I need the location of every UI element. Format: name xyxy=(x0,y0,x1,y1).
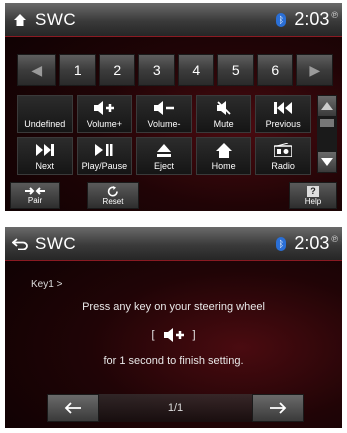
previous-icon xyxy=(274,99,293,117)
radio-button[interactable]: Radio xyxy=(255,137,311,175)
volume-down-label: Volume- xyxy=(147,119,181,129)
home-label: Home xyxy=(211,161,236,171)
function-grid: Undefined Volume+ Volume- Mute Previous xyxy=(17,95,311,175)
reset-icon xyxy=(107,185,118,197)
pair-icon xyxy=(25,187,45,195)
page-indicator: 1/1 xyxy=(167,402,184,414)
bracket-open: [ xyxy=(151,329,155,341)
pair-label: Pair xyxy=(27,196,43,205)
eject-icon xyxy=(156,141,171,159)
play-pause-icon xyxy=(95,141,113,159)
clock-indicator: ℗ xyxy=(331,234,338,244)
reset-button[interactable]: Reset xyxy=(87,182,139,209)
clock: 2:03 xyxy=(294,9,330,29)
prev-button[interactable] xyxy=(47,394,99,422)
volume-down-icon xyxy=(153,99,175,117)
bracket-close: ] xyxy=(192,329,196,341)
home-icon[interactable] xyxy=(5,3,35,37)
volume-up-icon xyxy=(163,328,184,342)
eject-button[interactable]: Eject xyxy=(136,137,192,175)
next-icon xyxy=(35,141,54,159)
scroll-up-button[interactable] xyxy=(317,95,337,117)
bluetooth-icon: ᛒ xyxy=(276,12,287,27)
play-pause-label: Play/Pause xyxy=(81,161,128,171)
duration-text: for 1 second to finish setting. xyxy=(103,355,244,367)
pager-bar: 1/1 xyxy=(47,394,304,422)
volume-up-label: Volume+ xyxy=(86,119,123,129)
key-number-5[interactable]: 5 xyxy=(217,54,254,86)
scroll-thumb[interactable] xyxy=(320,119,334,127)
radio-label: Radio xyxy=(271,161,295,171)
previous-label: Previous xyxy=(265,119,301,129)
key-label: Key1 > xyxy=(31,279,63,290)
arrow-left-icon xyxy=(64,402,81,414)
help-icon: ? xyxy=(307,185,319,197)
swc-learning-screen: SWC ᛒ 2:03 ℗ Key1 > Press any key on you… xyxy=(5,227,342,428)
clock-indicator: ℗ xyxy=(331,10,338,20)
page-title: SWC xyxy=(35,9,77,29)
volume-up-icon xyxy=(93,99,115,117)
play-pause-button[interactable]: Play/Pause xyxy=(76,137,133,175)
home-button[interactable]: Home xyxy=(195,137,252,175)
next-page-button[interactable]: ▶ xyxy=(296,54,333,86)
scroll-track[interactable] xyxy=(317,117,337,151)
key-number-3[interactable]: 3 xyxy=(138,54,175,86)
title-bar: SWC ᛒ 2:03 ℗ xyxy=(5,3,342,37)
next-label: Next xyxy=(35,161,55,171)
volume-up-button[interactable]: Volume+ xyxy=(76,95,133,133)
undefined-button[interactable]: Undefined xyxy=(17,95,73,133)
mute-label: Mute xyxy=(213,119,234,129)
page-title: SWC xyxy=(35,233,77,253)
home-icon xyxy=(215,141,232,159)
learned-key-display: [ ] xyxy=(5,328,342,342)
scrollbar[interactable] xyxy=(317,95,337,175)
bluetooth-icon: ᛒ xyxy=(276,236,287,251)
eject-label: Eject xyxy=(153,161,174,171)
mute-button[interactable]: Mute xyxy=(195,95,252,133)
clock: 2:03 xyxy=(294,233,330,253)
radio-icon xyxy=(274,141,293,159)
key-number-row: ◀ 1 2 3 4 5 6 ▶ xyxy=(17,54,333,86)
key-number-1[interactable]: 1 xyxy=(59,54,96,86)
pair-button[interactable]: Pair xyxy=(10,182,60,209)
instruction-text: Press any key on your steering wheel xyxy=(82,301,265,313)
key-number-4[interactable]: 4 xyxy=(177,54,215,86)
title-bar: SWC ᛒ 2:03 ℗ xyxy=(5,227,342,261)
undefined-label: Undefined xyxy=(24,119,66,129)
key-number-2[interactable]: 2 xyxy=(98,54,136,86)
help-label: Help xyxy=(304,196,322,206)
reset-label: Reset xyxy=(102,196,124,206)
arrow-right-icon xyxy=(270,402,287,414)
next-button[interactable] xyxy=(252,394,304,422)
previous-button[interactable]: Previous xyxy=(255,95,311,133)
mute-icon xyxy=(216,99,232,117)
back-icon[interactable] xyxy=(5,227,35,261)
next-button[interactable]: Next xyxy=(17,137,73,175)
prev-page-button[interactable]: ◀ xyxy=(17,54,57,86)
key-number-6[interactable]: 6 xyxy=(256,54,294,86)
volume-down-button[interactable]: Volume- xyxy=(136,95,192,133)
help-button[interactable]: ? Help xyxy=(289,182,337,209)
swc-main-screen: SWC ᛒ 2:03 ℗ ◀ 1 2 3 4 5 6 ▶ Undefined V… xyxy=(5,3,342,211)
scroll-down-button[interactable] xyxy=(317,151,337,173)
